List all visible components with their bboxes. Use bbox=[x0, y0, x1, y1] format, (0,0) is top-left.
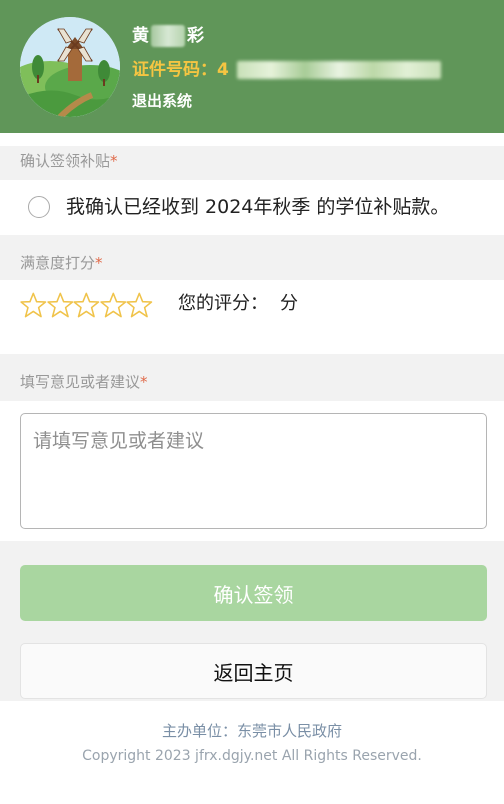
star-rating[interactable] bbox=[20, 290, 153, 320]
rating-section-title: 满意度打分 bbox=[20, 254, 96, 272]
star-icon[interactable] bbox=[46, 290, 74, 320]
feedback-section-title: 填写意见或者建议 bbox=[20, 373, 141, 391]
back-home-button[interactable]: 返回主页 bbox=[20, 643, 487, 699]
id-number-label: 证件号码： bbox=[132, 60, 217, 80]
user-name: 黄彩 bbox=[132, 22, 204, 50]
score-readout: 您的评分： 分 bbox=[178, 291, 298, 317]
score-label: 您的评分： bbox=[178, 293, 268, 314]
id-number-prefix: 4 bbox=[217, 60, 229, 80]
star-icon[interactable] bbox=[73, 290, 100, 320]
rating-section-label: 满意度打分* bbox=[0, 235, 504, 280]
required-mark: * bbox=[95, 254, 103, 272]
rating-row: 您的评分： 分 bbox=[0, 280, 504, 332]
header-banner: 黄彩 证件号码：4 退出系统 bbox=[0, 0, 504, 133]
confirm-sign-button[interactable]: 确认签领 bbox=[20, 565, 487, 621]
organizer-text: 主办单位：东莞市人民政府 bbox=[161, 722, 342, 740]
star-icon[interactable] bbox=[100, 290, 127, 320]
id-number-row: 证件号码：4 bbox=[132, 57, 441, 83]
confirm-radio[interactable] bbox=[28, 196, 50, 218]
user-name-last: 彩 bbox=[187, 26, 204, 46]
confirm-receipt-row[interactable]: 我确认已经收到 2024年秋季 的学位补贴款。 bbox=[0, 180, 504, 235]
required-mark: * bbox=[110, 152, 118, 170]
avatar bbox=[20, 17, 120, 117]
score-unit: 分 bbox=[280, 293, 298, 314]
copyright-text: Copyright 2023 jfrx.dgjy.net All Rights … bbox=[82, 748, 422, 764]
required-mark: * bbox=[140, 373, 148, 391]
logout-link[interactable]: 退出系统 bbox=[132, 90, 192, 112]
confirm-section-title: 确认签领补贴 bbox=[20, 152, 111, 170]
star-icon[interactable] bbox=[20, 290, 47, 320]
id-number-redaction bbox=[236, 61, 441, 79]
windmill-landscape-icon bbox=[20, 17, 120, 117]
feedback-input[interactable] bbox=[20, 413, 487, 529]
confirm-section-label: 确认签领补贴* bbox=[0, 146, 504, 180]
star-icon[interactable] bbox=[126, 290, 153, 320]
confirm-statement: 我确认已经收到 2024年秋季 的学位补贴款。 bbox=[66, 196, 450, 218]
user-name-first: 黄 bbox=[132, 26, 149, 46]
feedback-section-label: 填写意见或者建议* bbox=[0, 354, 504, 401]
name-redaction bbox=[151, 25, 185, 47]
